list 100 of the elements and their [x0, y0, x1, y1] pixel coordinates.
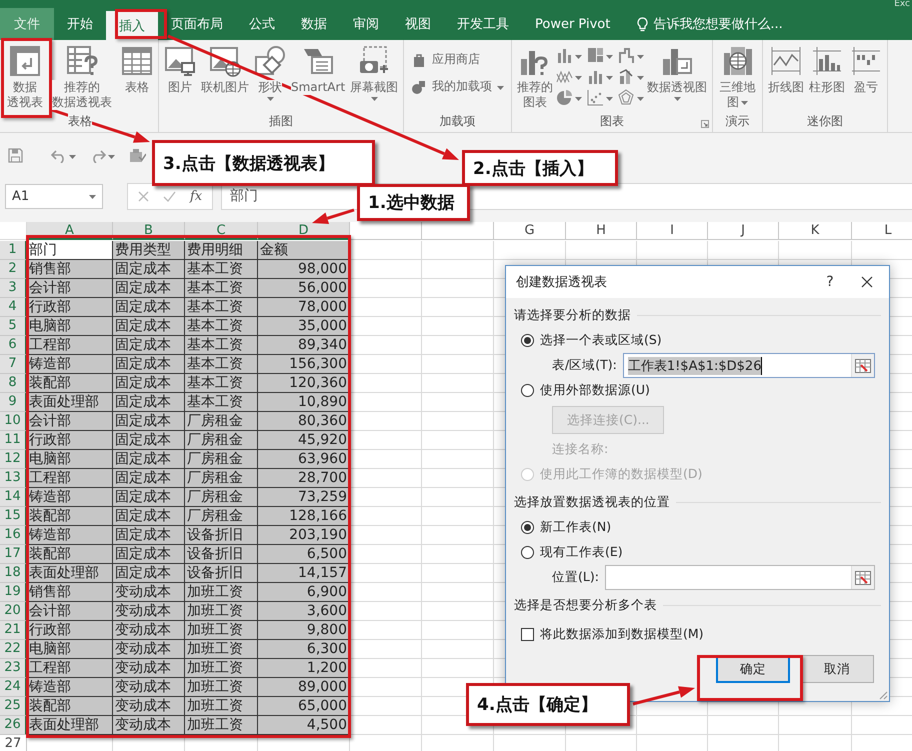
ribbon-button[interactable]: 数据透视图	[645, 43, 710, 103]
dialog-launcher-icon[interactable]	[701, 120, 710, 128]
row-header[interactable]: 14	[0, 488, 27, 507]
row-header[interactable]: 13	[0, 469, 27, 488]
row-header[interactable]: 22	[0, 640, 27, 659]
ribbon-button[interactable]: 屏幕截图	[348, 43, 400, 103]
row-header[interactable]: 18	[0, 564, 27, 583]
table-cell: 基本工资	[185, 374, 258, 393]
ribbon-button[interactable]: 推荐的 图表	[515, 43, 556, 112]
save-icon[interactable]	[8, 148, 23, 163]
row-header[interactable]: 1	[0, 241, 27, 260]
column-header[interactable]: L	[852, 222, 912, 240]
chart-type-icon[interactable]	[556, 47, 574, 64]
row-header[interactable]: 21	[0, 621, 27, 640]
ribbon-button[interactable]: 柱形图	[807, 43, 848, 97]
ribbon-button[interactable]: 表格	[119, 43, 155, 97]
ribbon-tab[interactable]: 开发工具	[444, 8, 522, 40]
input-field[interactable]: 工作表1!$A$1:$D$26	[622, 353, 875, 378]
row-header[interactable]: 2	[0, 260, 27, 279]
radio-button[interactable]	[521, 546, 534, 559]
redo-icon[interactable]	[90, 148, 106, 162]
check-icon[interactable]	[163, 190, 176, 202]
ribbon-button[interactable]: 数据 透视表	[5, 43, 45, 112]
tell-me-field[interactable]: 告诉我您想要做什么...	[637, 8, 783, 40]
table-cell: 固定成本	[113, 412, 185, 431]
table-cell: 加班工资	[185, 697, 258, 716]
row-header[interactable]: 16	[0, 526, 27, 545]
name-box[interactable]: A1	[5, 184, 103, 208]
table-cell: 销售部	[27, 583, 113, 602]
ribbon-button[interactable]: 应用商店	[407, 49, 508, 70]
row-header[interactable]: 25	[0, 697, 27, 716]
dialog-title: 创建数据透视表	[516, 274, 608, 291]
radio-button[interactable]	[521, 334, 534, 347]
toolbar-customize-icon[interactable]	[129, 148, 146, 164]
chart-type-icon[interactable]	[556, 89, 574, 106]
row-header[interactable]: 9	[0, 393, 27, 412]
column-header[interactable]: G	[494, 222, 566, 240]
chart-type-icon[interactable]	[618, 47, 636, 64]
cancel-icon[interactable]	[138, 190, 149, 202]
ribbon-button[interactable]: 折线图	[766, 43, 806, 97]
ribbon-button[interactable]: 形状	[252, 43, 288, 103]
row-header[interactable]: 12	[0, 450, 27, 469]
ribbon-tab[interactable]: 视图	[392, 8, 444, 40]
chart-type-icon[interactable]	[618, 68, 636, 85]
row-header[interactable]: 7	[0, 355, 27, 374]
undo-icon[interactable]	[51, 148, 67, 162]
checkbox-label: 将此数据添加到数据模型(M)	[540, 626, 704, 642]
ribbon-button[interactable]: 联机图片	[199, 43, 251, 97]
row-header[interactable]: 19	[0, 583, 27, 602]
checkbox[interactable]	[521, 628, 534, 640]
row-header[interactable]: 6	[0, 336, 27, 355]
row-header[interactable]: 23	[0, 659, 27, 678]
range-select-icon[interactable]	[855, 358, 871, 372]
ribbon-tab[interactable]: Power Pivot	[522, 8, 624, 40]
row-header[interactable]: 24	[0, 678, 27, 697]
insert-function-button[interactable]: fx	[190, 188, 202, 204]
row-header[interactable]: 15	[0, 507, 27, 526]
row-header[interactable]: 26	[0, 716, 27, 735]
dialog-button[interactable]: 取消	[800, 655, 874, 683]
column-header[interactable]: H	[566, 222, 637, 240]
column-header[interactable]: K	[779, 222, 852, 240]
radio-button[interactable]	[521, 384, 534, 397]
ribbon-button[interactable]: SmartArt	[289, 43, 348, 97]
chart-type-icon[interactable]	[587, 89, 604, 106]
ribbon-tab[interactable]: 数据	[288, 8, 340, 40]
chart-type-icon[interactable]	[618, 89, 636, 106]
ribbon-tab[interactable]: 文件	[0, 8, 54, 40]
column-header[interactable]: J	[708, 222, 779, 240]
table-cell: 工程部	[27, 469, 113, 488]
row-header[interactable]: 4	[0, 298, 27, 317]
chart-type-icon[interactable]	[587, 47, 604, 64]
row-header[interactable]: 11	[0, 431, 27, 450]
input-field[interactable]	[604, 565, 875, 590]
chart-type-icon[interactable]	[587, 68, 604, 85]
ribbon-tab[interactable]: 页面布局	[158, 8, 236, 40]
column-header[interactable]	[422, 222, 494, 240]
help-button[interactable]: ?	[815, 274, 845, 290]
row-header[interactable]: 5	[0, 317, 27, 336]
resize-grip-icon[interactable]	[878, 690, 888, 700]
line-sparkline-icon	[770, 45, 802, 77]
ribbon-button[interactable]: 图片	[162, 43, 198, 97]
ribbon-tab[interactable]: 审阅	[340, 8, 392, 40]
row-header[interactable]: 20	[0, 602, 27, 621]
radio-button[interactable]	[521, 521, 534, 534]
row-header[interactable]: 3	[0, 279, 27, 298]
column-header[interactable]	[350, 222, 422, 240]
row-header[interactable]: 8	[0, 374, 27, 393]
range-select-icon[interactable]	[855, 570, 871, 584]
ribbon-button[interactable]: 盈亏	[848, 43, 884, 97]
ribbon-tab[interactable]: 开始	[54, 8, 106, 40]
table-cell: 基本工资	[185, 355, 258, 374]
row-header[interactable]: 17	[0, 545, 27, 564]
ribbon-button[interactable]: 三维地 图	[718, 43, 758, 112]
table-cell: 铸造部	[27, 355, 113, 374]
row-header[interactable]: 10	[0, 412, 27, 431]
ribbon-button[interactable]: 推荐的 数据透视表	[50, 43, 114, 112]
ribbon-tab[interactable]: 公式	[236, 8, 288, 40]
caret-icon	[606, 54, 614, 58]
ribbon-button[interactable]: 我的加载项	[407, 76, 508, 97]
column-header[interactable]: I	[637, 222, 708, 240]
